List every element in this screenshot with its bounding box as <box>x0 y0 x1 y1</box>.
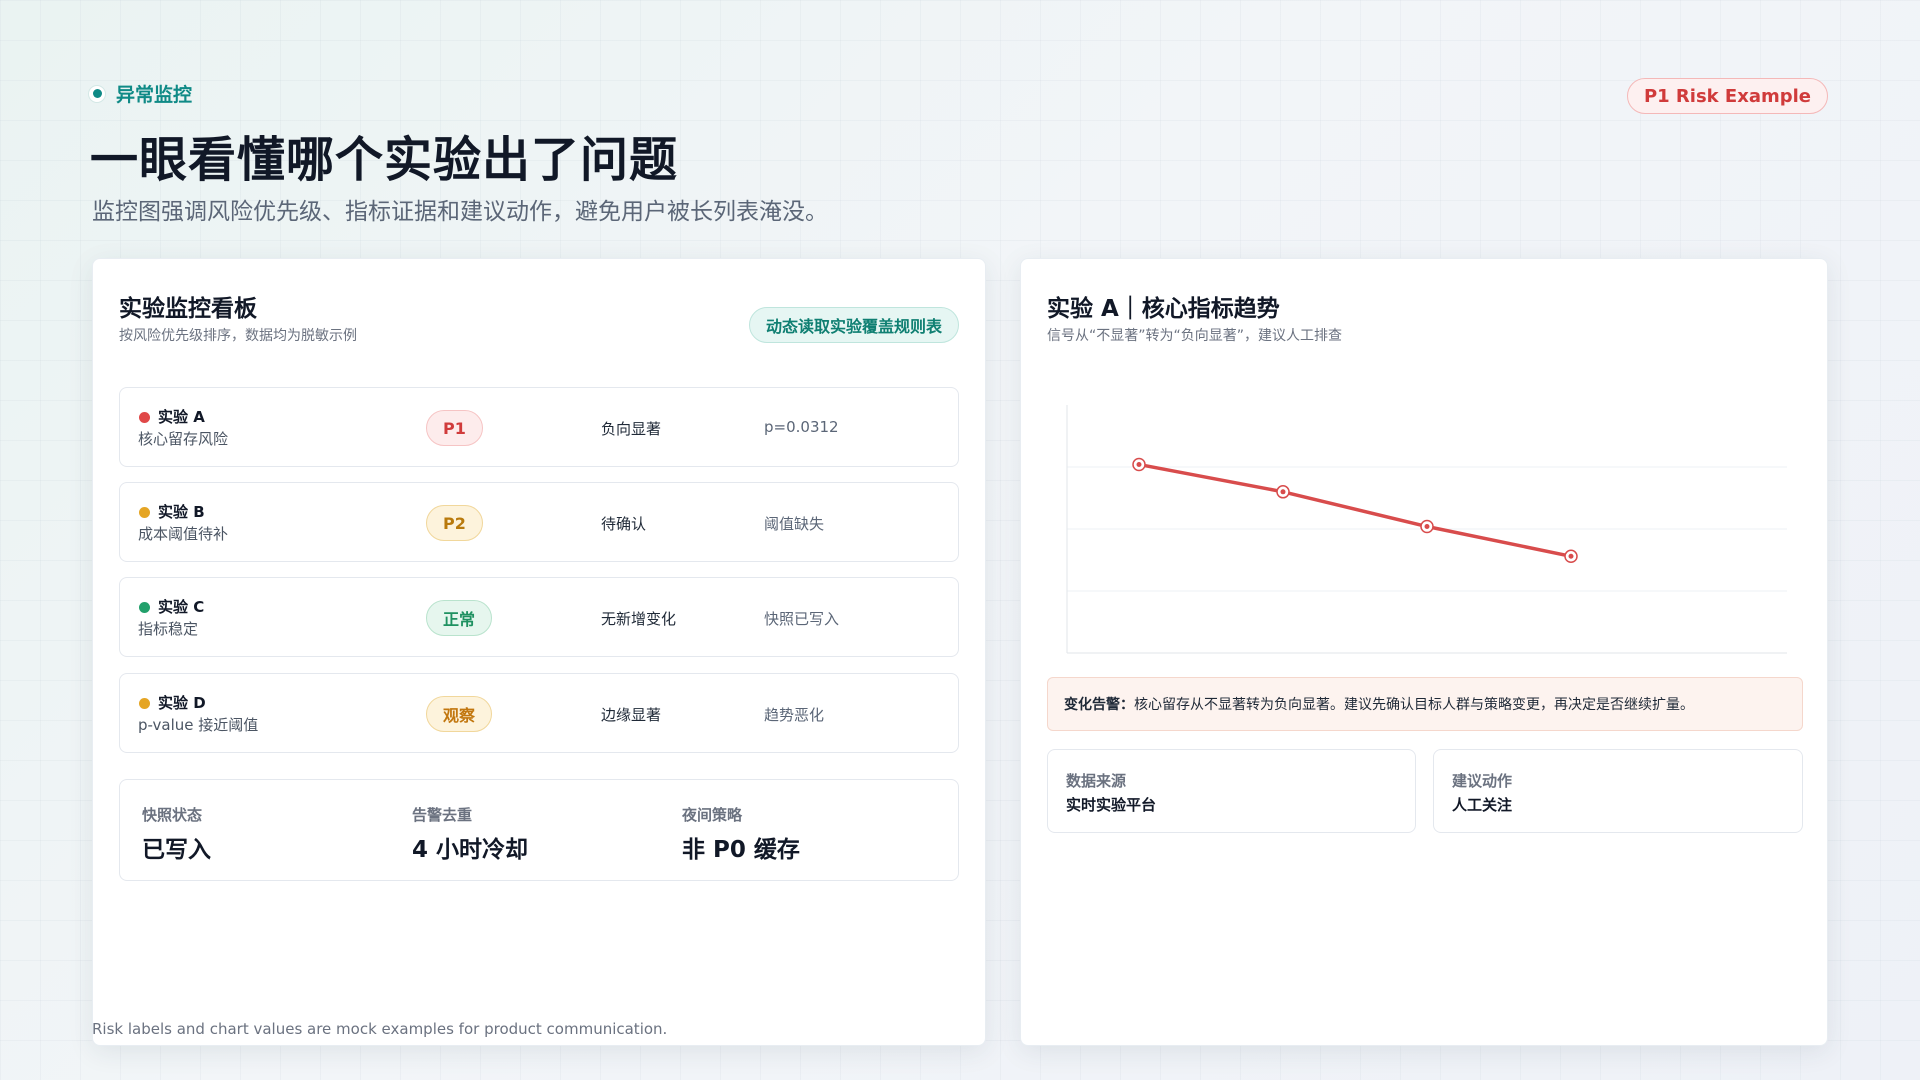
panel-subtitle: 按风险优先级排序，数据均为脱敏示例 <box>119 328 357 344</box>
status-dot-icon <box>139 698 150 709</box>
rule-table-button[interactable]: 动态读取实验覆盖规则表 <box>748 307 959 343</box>
experiment-row[interactable]: 实验 B 成本阈值待补 P2 待确认 阈值缺失 <box>119 482 959 562</box>
significance-status: 无新增变化 <box>601 610 677 628</box>
priority-badge: P2 <box>426 505 483 541</box>
info-value: 人工关注 <box>1452 796 1513 814</box>
experiment-row[interactable]: 实验 D p-value 接近阈值 观察 边缘显著 趋势恶化 <box>119 673 959 753</box>
info-suggested-action: 建议动作 人工关注 <box>1433 749 1803 833</box>
section-eyebrow: 异常监控 <box>88 80 192 107</box>
series-line <box>1137 462 1573 559</box>
priority-badge: 正常 <box>426 600 493 636</box>
experiment-name: 实验 A <box>158 408 205 426</box>
significance-status: 边缘显著 <box>601 706 662 724</box>
alert-text: 核心留存从不显著转为负向显著。建议先确认目标人群与策略变更，再决定是否继续扩量。 <box>1134 697 1694 713</box>
page-title: 一眼看懂哪个实验出了问题 <box>90 132 679 188</box>
evidence-text: p=0.0312 <box>764 418 839 436</box>
experiment-row[interactable]: 实验 C 指标稳定 正常 无新增变化 快照已写入 <box>119 577 959 657</box>
experiment-monitor-panel: 实验监控看板 按风险优先级排序，数据均为脱敏示例 动态读取实验覆盖规则表 实验 … <box>92 258 986 1046</box>
priority-badge: P1 <box>426 410 483 446</box>
trend-line-chart <box>1066 405 1787 654</box>
stat-night-policy: 夜间策略 非 P0 缓存 <box>682 804 800 864</box>
experiment-name: 实验 D <box>158 694 206 712</box>
experiment-desc: 指标稳定 <box>138 620 199 638</box>
panel-title: 实验监控看板 <box>119 296 257 322</box>
data-point-core <box>1568 553 1574 559</box>
data-point-core <box>1424 524 1430 530</box>
page-subtitle: 监控图强调风险优先级、指标证据和建议动作，避免用户被长列表淹没。 <box>92 199 828 225</box>
stat-alert-dedup: 告警去重 4 小时冷却 <box>412 804 528 864</box>
status-dot-icon <box>139 602 150 613</box>
trend-panel: 实验 A｜核心指标趋势 信号从“不显著”转为“负向显著”，建议人工排查 变化告警… <box>1020 258 1828 1046</box>
trend-subtitle: 信号从“不显著”转为“负向显著”，建议人工排查 <box>1047 328 1343 344</box>
evidence-text: 阈值缺失 <box>764 515 825 533</box>
status-dot-icon <box>88 84 106 103</box>
evidence-text: 快照已写入 <box>764 610 840 628</box>
experiment-desc: p-value 接近阈值 <box>138 716 259 734</box>
experiment-desc: 核心留存风险 <box>138 430 229 448</box>
significance-status: 待确认 <box>601 515 647 533</box>
stat-value: 已写入 <box>142 837 211 863</box>
experiment-name: 实验 C <box>158 598 205 616</box>
stat-label: 告警去重 <box>412 806 473 824</box>
change-alert: 变化告警： 核心留存从不显著转为负向显著。建议先确认目标人群与策略变更，再决定是… <box>1047 677 1803 731</box>
stat-value: 4 小时冷却 <box>412 837 529 863</box>
risk-example-badge: P1 Risk Example <box>1626 78 1828 114</box>
trend-title: 实验 A｜核心指标趋势 <box>1047 296 1280 322</box>
info-label: 数据来源 <box>1066 772 1127 790</box>
footnote: Risk labels and chart values are mock ex… <box>92 1020 668 1038</box>
evidence-text: 趋势恶化 <box>764 706 825 724</box>
status-dot-icon <box>139 412 150 423</box>
priority-badge: 观察 <box>426 696 493 732</box>
alert-label: 变化告警： <box>1064 697 1134 713</box>
status-dot-icon <box>139 507 150 518</box>
summary-stats: 快照状态 已写入 告警去重 4 小时冷却 夜间策略 非 P0 缓存 <box>119 779 959 881</box>
data-point-core <box>1136 462 1142 468</box>
stat-label: 快照状态 <box>142 806 203 824</box>
experiment-row[interactable]: 实验 A 核心留存风险 P1 负向显著 p=0.0312 <box>119 387 959 467</box>
significance-status: 负向显著 <box>601 420 662 438</box>
experiment-name: 实验 B <box>158 503 205 521</box>
stat-value: 非 P0 缓存 <box>682 837 800 863</box>
data-point-core <box>1280 489 1286 495</box>
eyebrow-label: 异常监控 <box>116 84 193 106</box>
experiment-desc: 成本阈值待补 <box>138 525 229 543</box>
info-value: 实时实验平台 <box>1066 796 1157 814</box>
info-label: 建议动作 <box>1452 772 1513 790</box>
info-data-source: 数据来源 实时实验平台 <box>1047 749 1416 833</box>
stat-label: 夜间策略 <box>682 806 743 824</box>
stat-snapshot: 快照状态 已写入 <box>142 804 211 864</box>
